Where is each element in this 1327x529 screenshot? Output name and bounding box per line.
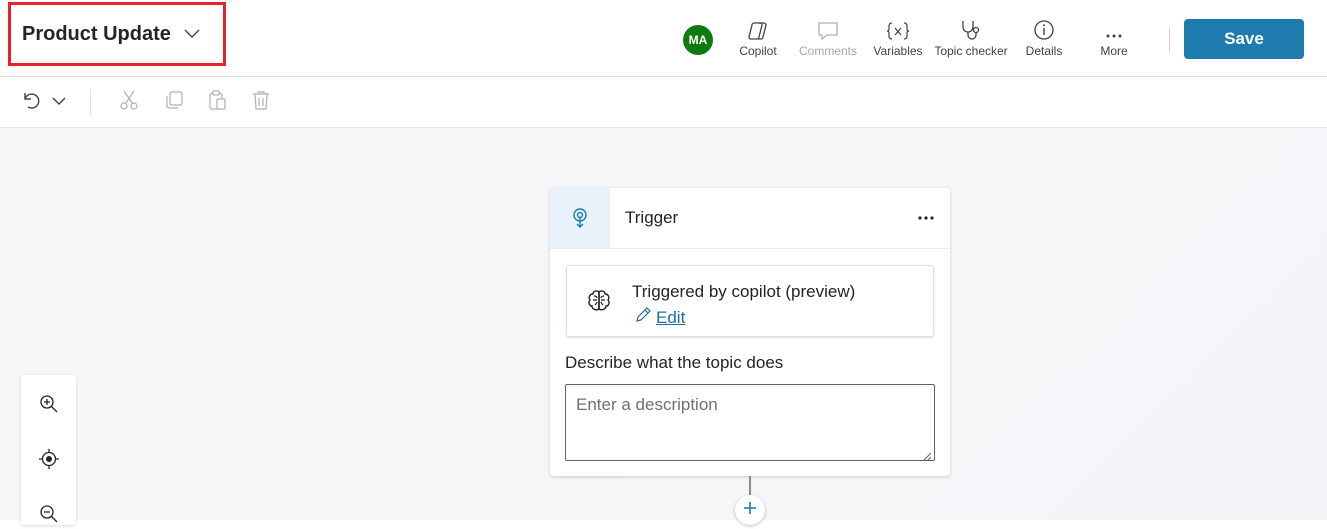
comments-label: Comments [798, 44, 857, 58]
resize-handle-icon[interactable] [922, 448, 1325, 518]
delete-icon [250, 89, 272, 116]
trigger-card: Triggered by copilot (preview) Edit [566, 265, 934, 337]
undo-options-button[interactable] [48, 89, 70, 115]
edit-label: Edit [656, 307, 686, 327]
header-divider [1169, 28, 1170, 52]
edit-trigger-link[interactable]: Edit [634, 306, 685, 329]
comment-icon [817, 19, 839, 41]
pencil-icon [634, 306, 652, 329]
zoom-out-icon [39, 504, 59, 529]
zoom-in-button[interactable] [36, 393, 62, 419]
zoom-out-button[interactable] [36, 503, 62, 529]
stethoscope-icon [960, 19, 982, 41]
zoom-controls [21, 375, 76, 525]
recenter-icon [38, 448, 60, 475]
info-icon [1033, 19, 1055, 41]
details-button[interactable]: Details [1022, 19, 1066, 61]
trigger-type-text: Triggered by copilot (preview) [632, 282, 856, 301]
trigger-node-title: Trigger [625, 208, 679, 227]
comments-button[interactable]: Comments [797, 19, 859, 61]
chevron-down-icon [184, 29, 200, 39]
trigger-node-header: Trigger [550, 188, 950, 249]
zoom-in-icon [39, 394, 59, 419]
variables-label: Variables [873, 44, 923, 58]
copilot-button[interactable]: Copilot [737, 19, 779, 61]
paste-icon [206, 89, 228, 116]
add-node-button[interactable] [735, 495, 765, 525]
details-label: Details [1025, 44, 1063, 58]
undo-button[interactable] [18, 89, 44, 115]
more-icon [1104, 19, 1124, 41]
topic-checker-button[interactable]: Topic checker [933, 19, 1009, 61]
more-button[interactable]: More [1096, 19, 1132, 61]
variables-icon [886, 19, 910, 41]
topic-title: Product Update [22, 22, 171, 45]
copilot-icon [747, 19, 769, 41]
cut-button[interactable] [117, 89, 141, 115]
topic-header: Product Update MA Copilot Comments Varia… [0, 0, 1327, 77]
more-icon [917, 208, 935, 226]
trigger-icon [550, 188, 610, 248]
user-avatar[interactable]: MA [683, 25, 713, 55]
undo-icon [20, 89, 42, 116]
variables-button[interactable]: Variables [872, 19, 924, 61]
cut-icon [118, 89, 140, 116]
description-textarea[interactable]: Enter a description [565, 384, 935, 461]
topic-checker-label: Topic checker [934, 44, 1008, 58]
edit-toolbar [0, 77, 1327, 128]
copy-icon [163, 89, 185, 116]
paste-button[interactable] [205, 89, 229, 115]
delete-button[interactable] [249, 89, 273, 115]
plus-icon [742, 500, 758, 521]
chevron-down-icon [51, 93, 67, 111]
description-label: Describe what the topic does [565, 353, 784, 372]
trigger-node[interactable]: Trigger Triggered by copilot (preview) E… [550, 188, 950, 476]
save-button[interactable]: Save [1184, 19, 1304, 59]
recenter-button[interactable] [36, 448, 62, 474]
node-more-button[interactable] [915, 206, 937, 228]
topic-title-dropdown[interactable]: Product Update [8, 2, 226, 66]
toolbar-divider [90, 89, 91, 115]
copy-button[interactable] [162, 89, 186, 115]
brain-icon [585, 288, 613, 321]
copilot-label: Copilot [739, 44, 777, 58]
more-label: More [1100, 44, 1128, 58]
